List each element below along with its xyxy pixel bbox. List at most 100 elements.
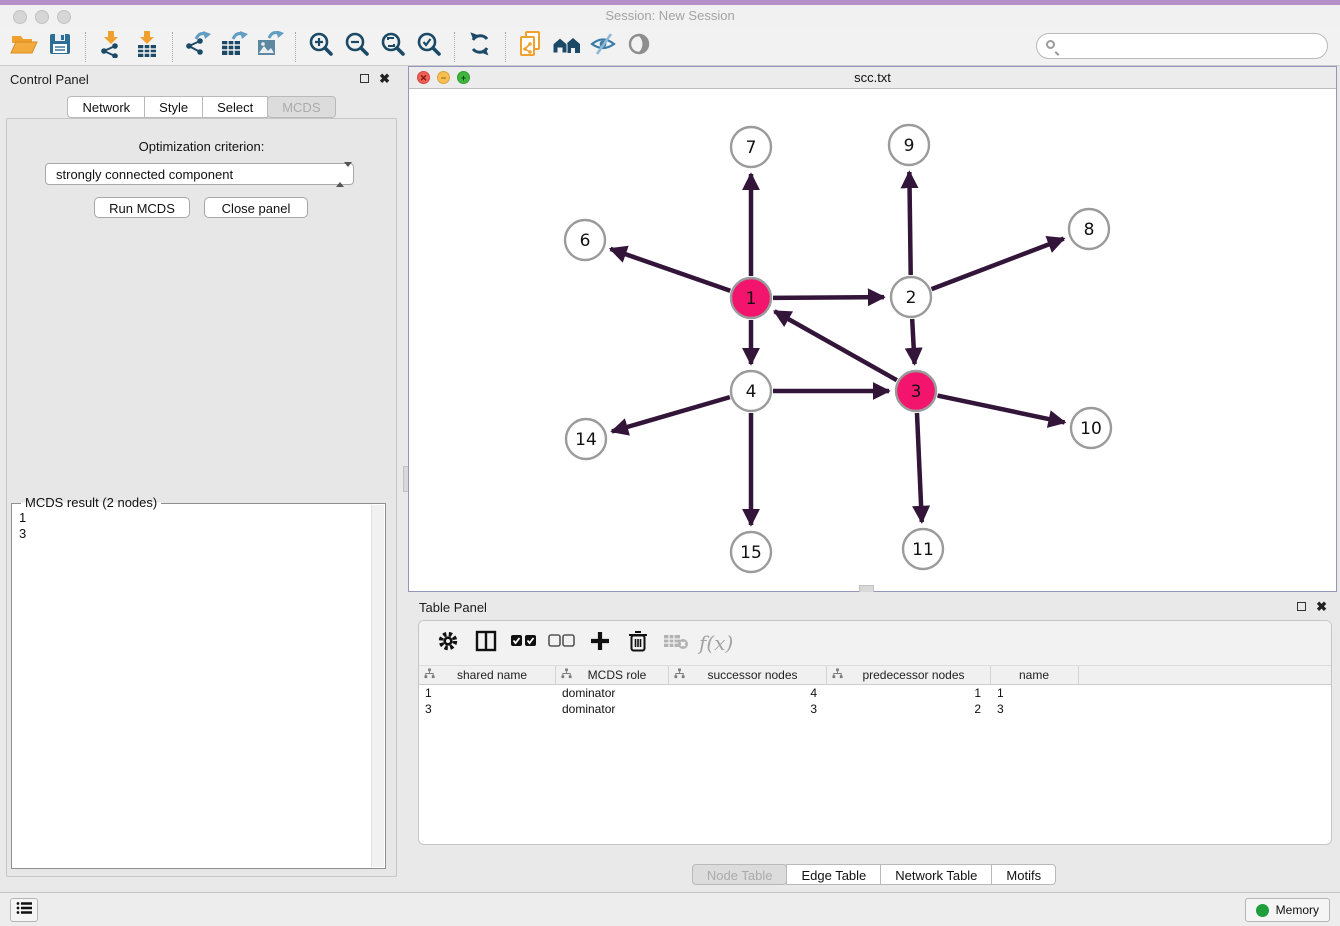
tab-mcds[interactable]: MCDS xyxy=(267,96,335,118)
list-icon xyxy=(16,901,32,920)
graph-edge-1-6[interactable] xyxy=(610,249,730,291)
home-button[interactable] xyxy=(549,31,585,63)
close-panel-button[interactable]: Close panel xyxy=(204,197,308,218)
graph-edge-2-8[interactable] xyxy=(932,239,1064,290)
graph-node-10[interactable]: 10 xyxy=(1071,408,1111,448)
close-table-panel-icon[interactable]: ✖ xyxy=(1316,599,1327,615)
network-view-title: scc.txt xyxy=(409,70,1336,85)
table-cell[interactable]: 1 xyxy=(827,685,991,701)
float-table-panel-icon[interactable] xyxy=(1297,602,1306,611)
graph-edge-3-10[interactable] xyxy=(938,396,1065,423)
statusbar: Memory xyxy=(0,892,1340,926)
graph-node-9[interactable]: 9 xyxy=(889,125,929,165)
network-graph: 7 9 6 8 1 2 4 3 14 10 15 11 xyxy=(409,89,1336,591)
column-header-label: successor nodes xyxy=(685,668,826,682)
mcds-result-text[interactable]: 13 xyxy=(19,510,365,542)
result-line: 3 xyxy=(19,526,365,542)
export-image-button[interactable] xyxy=(252,31,288,63)
control-panel-title: Control Panel xyxy=(10,72,89,87)
refresh-layout-button[interactable] xyxy=(462,31,498,63)
svg-text:1: 1 xyxy=(746,289,757,309)
hide-eye-button[interactable] xyxy=(585,31,621,63)
export-network-button[interactable] xyxy=(180,31,216,63)
table-row[interactable]: 3dominator323 xyxy=(419,701,1331,717)
table-cell[interactable]: dominator xyxy=(556,701,669,717)
tab-node-table[interactable]: Node Table xyxy=(692,864,788,885)
graph-edge-3-1[interactable] xyxy=(775,311,897,380)
search-input[interactable] xyxy=(1036,33,1328,59)
tab-select[interactable]: Select xyxy=(202,96,268,118)
table-cell[interactable]: 1 xyxy=(419,685,556,701)
table-cell[interactable]: 3 xyxy=(669,701,827,717)
graph-node-1[interactable]: 1 xyxy=(731,278,771,318)
import-table-button[interactable] xyxy=(129,31,165,63)
table-toolbar: f(x) xyxy=(419,621,1331,666)
tab-edge-table[interactable]: Edge Table xyxy=(786,864,881,885)
optimization-criterion-select[interactable]: strongly connected component xyxy=(45,163,354,185)
table-cell[interactable]: 4 xyxy=(669,685,827,701)
graph-edge-3-11[interactable] xyxy=(917,413,922,522)
close-panel-icon[interactable]: ✖ xyxy=(379,71,390,87)
graph-node-6[interactable]: 6 xyxy=(565,220,605,260)
column-header-label: name xyxy=(996,668,1078,682)
column-header-predecessor-nodes[interactable]: predecessor nodes xyxy=(827,666,991,684)
graph-edge-4-14[interactable] xyxy=(612,397,730,431)
table-cell[interactable]: 3 xyxy=(991,701,1079,717)
import-network-button[interactable] xyxy=(93,31,129,63)
graph-node-8[interactable]: 8 xyxy=(1069,209,1109,249)
export-table-button[interactable] xyxy=(216,31,252,63)
graph-node-15[interactable]: 15 xyxy=(731,532,771,572)
network-canvas[interactable]: 7 9 6 8 1 2 4 3 14 10 15 11 xyxy=(409,89,1336,591)
select-all-button[interactable] xyxy=(509,627,539,659)
memory-button[interactable]: Memory xyxy=(1245,898,1330,922)
run-mcds-button[interactable]: Run MCDS xyxy=(94,197,190,218)
result-scrollbar[interactable] xyxy=(371,505,384,867)
graph-node-11[interactable]: 11 xyxy=(903,529,943,569)
column-header-successor-nodes[interactable]: successor nodes xyxy=(669,666,827,684)
graph-edge-2-3[interactable] xyxy=(912,319,914,364)
zoom-fit-button[interactable] xyxy=(375,31,411,63)
show-columns-button[interactable] xyxy=(471,627,501,659)
deselect-all-button[interactable] xyxy=(547,627,577,659)
graph-node-2[interactable]: 2 xyxy=(891,277,931,317)
zoom-selected-button[interactable] xyxy=(411,31,447,63)
memory-label: Memory xyxy=(1276,903,1319,917)
graph-node-3[interactable]: 3 xyxy=(896,371,936,411)
table-settings-button[interactable] xyxy=(433,627,463,659)
delete-table-button[interactable] xyxy=(661,627,691,659)
import-network-icon xyxy=(99,30,123,63)
graph-node-4[interactable]: 4 xyxy=(731,371,771,411)
select-all-icon xyxy=(510,634,538,653)
column-header-name[interactable]: name xyxy=(991,666,1079,684)
table-cell[interactable]: dominator xyxy=(556,685,669,701)
application-window: Session: New Session xyxy=(0,0,1340,926)
export-image-icon xyxy=(256,31,284,62)
table-cell[interactable]: 2 xyxy=(827,701,991,717)
delete-column-button[interactable] xyxy=(623,627,653,659)
tab-style[interactable]: Style xyxy=(144,96,203,118)
column-type-icon xyxy=(674,668,685,682)
column-header-shared-name[interactable]: shared name xyxy=(419,666,556,684)
zoom-in-button[interactable] xyxy=(303,31,339,63)
function-builder-button[interactable]: f(x) xyxy=(699,627,733,659)
tab-network-table[interactable]: Network Table xyxy=(880,864,992,885)
graph-node-14[interactable]: 14 xyxy=(566,419,606,459)
graph-edge-1-2[interactable] xyxy=(773,297,884,298)
table-row[interactable]: 1dominator411 xyxy=(419,685,1331,701)
open-file-button[interactable] xyxy=(6,31,42,63)
toolbar-separator xyxy=(172,32,173,62)
add-column-button[interactable] xyxy=(585,627,615,659)
zoom-out-button[interactable] xyxy=(339,31,375,63)
column-header-mcds-role[interactable]: MCDS role xyxy=(556,666,669,684)
table-cell[interactable]: 3 xyxy=(419,701,556,717)
clone-network-button[interactable] xyxy=(513,31,549,63)
show-eye-button[interactable] xyxy=(621,31,657,63)
task-history-button[interactable] xyxy=(10,898,38,922)
table-cell[interactable]: 1 xyxy=(991,685,1079,701)
tab-motifs[interactable]: Motifs xyxy=(991,864,1056,885)
graph-node-7[interactable]: 7 xyxy=(731,127,771,167)
tab-network[interactable]: Network xyxy=(67,96,145,118)
graph-edge-2-9[interactable] xyxy=(909,172,910,275)
float-panel-icon[interactable] xyxy=(360,74,369,83)
save-session-button[interactable] xyxy=(42,31,78,63)
